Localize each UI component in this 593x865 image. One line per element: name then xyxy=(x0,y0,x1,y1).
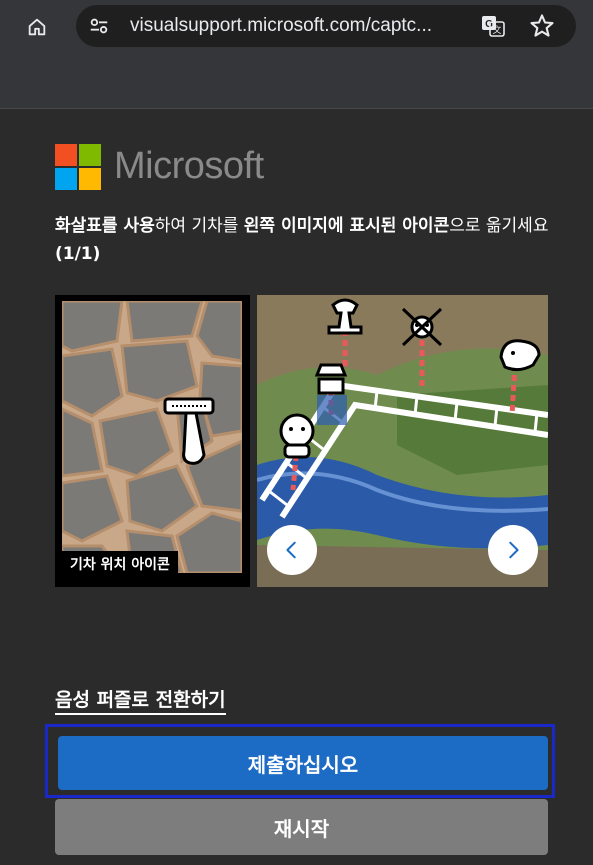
home-button[interactable] xyxy=(22,12,52,42)
home-icon xyxy=(28,18,46,36)
instruction-progress: (1/1) xyxy=(55,244,101,264)
captcha-instruction: 화살표를 사용하여 기차를 왼쪽 이미지에 표시된 아이콘으로 옮기세요 (1/… xyxy=(55,212,550,268)
translate-icon[interactable]: G 文 xyxy=(480,13,506,39)
site-info-icon[interactable] xyxy=(88,15,110,37)
instruction-text-3: 왼쪽 이미지에 표시된 아이콘 xyxy=(243,216,450,236)
address-bar[interactable]: visualsupport.microsoft.com/captc... G 文 xyxy=(76,5,576,47)
submit-focus-ring: 제출하십시오 xyxy=(45,724,555,798)
chevron-left-icon xyxy=(286,541,296,559)
prev-button[interactable] xyxy=(267,525,317,575)
chevron-right-icon xyxy=(509,541,519,559)
submit-button[interactable]: 제출하십시오 xyxy=(58,736,548,790)
url-text[interactable]: visualsupport.microsoft.com/captc... xyxy=(130,15,470,37)
instruction-text-4: 으로 옮기세요 xyxy=(449,216,549,236)
svg-text:文: 文 xyxy=(492,24,501,36)
microsoft-logo-icon xyxy=(55,144,101,190)
instruction-text-2: 하여 기차를 xyxy=(154,216,244,236)
browser-toolbar: visualsupport.microsoft.com/captc... G 文 xyxy=(0,0,593,109)
target-caption: 기차 위치 아이콘 xyxy=(62,551,178,573)
captcha-page: Microsoft 화살표를 사용하여 기차를 왼쪽 이미지에 표시된 아이콘으… xyxy=(0,109,593,865)
puzzle-image[interactable] xyxy=(257,295,548,587)
target-icon-image: 기차 위치 아이콘 xyxy=(55,295,250,587)
razor-icon xyxy=(163,397,215,465)
instruction-text-1: 화살표를 사용 xyxy=(55,216,155,236)
brand-name: Microsoft xyxy=(114,145,264,187)
star-icon[interactable] xyxy=(528,12,556,40)
reset-button[interactable]: 재시작 xyxy=(55,799,548,855)
next-button[interactable] xyxy=(488,525,538,575)
audio-puzzle-link[interactable]: 음성 퍼즐로 전환하기 xyxy=(55,687,226,715)
target-image-canvas: 기차 위치 아이콘 xyxy=(62,301,242,573)
